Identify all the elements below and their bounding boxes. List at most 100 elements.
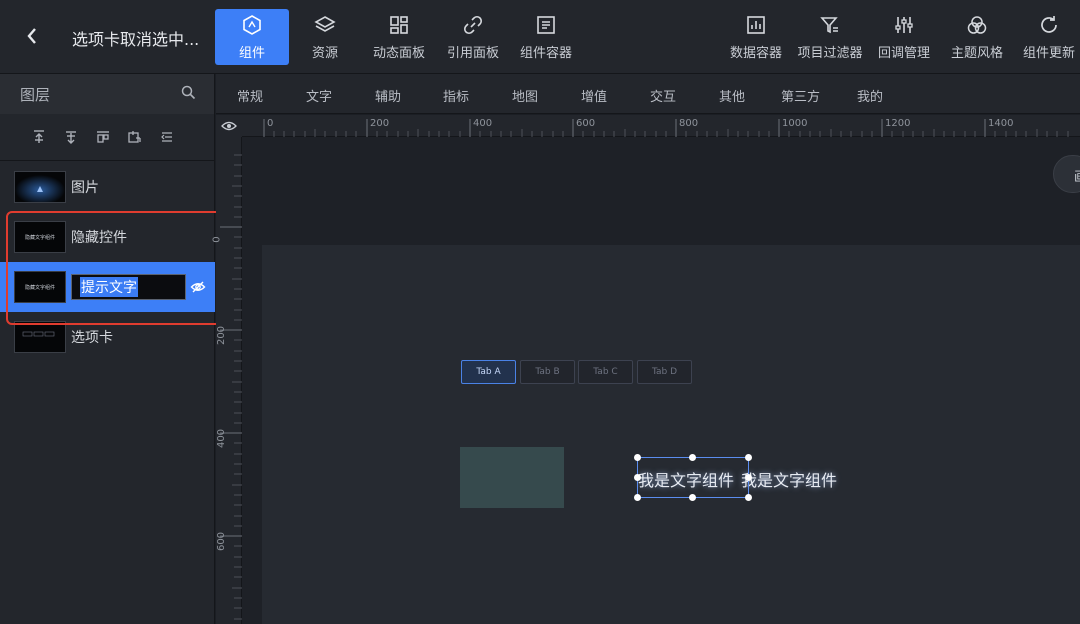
- tool-component[interactable]: 组件: [215, 9, 289, 65]
- back-button[interactable]: [18, 22, 46, 50]
- category-tab[interactable]: 地图: [512, 86, 538, 105]
- artboard[interactable]: [262, 245, 1080, 624]
- tool-theme[interactable]: 主题风格: [946, 9, 1008, 65]
- tool-label: 动态面板: [372, 46, 425, 61]
- filter-icon: [818, 13, 842, 37]
- eye-icon: [221, 121, 237, 131]
- layer-name: 隐藏控件: [71, 230, 127, 246]
- tool-callback[interactable]: 回调管理: [874, 9, 934, 65]
- ruler-label: 600: [576, 118, 596, 129]
- group-icon[interactable]: [94, 128, 112, 146]
- layer-thumbnail: 隐藏文字组件: [14, 271, 66, 303]
- layer-rename-value: 提示文字: [80, 277, 138, 297]
- tool-label: 回调管理: [877, 46, 930, 61]
- tool-label: 数据容器: [729, 46, 782, 61]
- layer-thumbnail: [14, 171, 66, 203]
- layer-thumbnail: [14, 321, 66, 353]
- floating-button-label: 画: [1074, 166, 1080, 185]
- resize-handle[interactable]: [634, 494, 641, 501]
- category-tab[interactable]: 辅助: [375, 86, 401, 105]
- tool-project-filter[interactable]: 项目过滤器: [794, 9, 866, 65]
- tool-data-container[interactable]: 数据容器: [726, 9, 786, 65]
- layer-item-image[interactable]: 图片: [0, 162, 215, 212]
- ruler-label: 200: [216, 325, 228, 346]
- container-icon: [534, 13, 558, 37]
- tool-label: 组件容器: [519, 46, 572, 61]
- thumb-text: 隐藏文字组件: [24, 284, 55, 291]
- resize-handle[interactable]: [689, 494, 696, 501]
- link-icon: [461, 13, 485, 37]
- layers-panel-title: 图层: [20, 85, 51, 104]
- tool-label: 引用面板: [446, 46, 499, 61]
- top-toolbar: 选项卡取消选中... 组件 资源 动态面板 引用面板 组件容器 数据容器 项目过…: [0, 0, 1080, 74]
- ungroup-icon[interactable]: [126, 128, 144, 146]
- tool-label: 资源: [311, 46, 338, 61]
- sliders-icon: [892, 13, 916, 37]
- resize-handle[interactable]: [689, 454, 696, 461]
- layer-item-tabs[interactable]: 选项卡: [0, 312, 215, 362]
- category-tab[interactable]: 第三方: [781, 86, 820, 105]
- tool-label: 主题风格: [950, 46, 1003, 61]
- resize-handle[interactable]: [745, 454, 752, 461]
- layer-name: 选项卡: [71, 330, 113, 346]
- category-tab[interactable]: 文字: [306, 86, 332, 105]
- category-tab[interactable]: 指标: [443, 86, 469, 105]
- category-tab[interactable]: 其他: [719, 86, 745, 105]
- layer-item-hidden-control[interactable]: 隐藏文字组件 隐藏控件: [0, 212, 215, 262]
- resize-handle[interactable]: [745, 474, 752, 481]
- layers-icon: [313, 13, 337, 37]
- search-icon[interactable]: [181, 85, 196, 104]
- chart-icon: [744, 13, 768, 37]
- ruler-label: 0: [211, 236, 223, 243]
- selection-box[interactable]: [637, 457, 749, 498]
- tool-container[interactable]: 组件容器: [513, 9, 579, 65]
- canvas-tab-c[interactable]: Tab C: [578, 360, 633, 384]
- panel-icon: [387, 13, 411, 37]
- ruler-toggle[interactable]: [216, 115, 242, 137]
- ruler-label: 600: [216, 531, 228, 552]
- resize-handle[interactable]: [634, 454, 641, 461]
- text-component[interactable]: 我是文字组件: [741, 467, 837, 491]
- collapse-icon[interactable]: [158, 128, 176, 146]
- tool-dynamic-panel[interactable]: 动态面板: [366, 9, 432, 65]
- layer-name: 图片: [71, 180, 99, 196]
- category-tab[interactable]: 增值: [581, 86, 607, 105]
- theme-icon: [965, 13, 989, 37]
- eye-hidden-icon[interactable]: [190, 279, 206, 295]
- layers-panel-header: 图层: [0, 74, 214, 114]
- ruler-label: 200: [370, 118, 390, 129]
- ruler-label: 1400: [988, 118, 1014, 129]
- ruler-label: 1200: [885, 118, 911, 129]
- layer-thumbnail: 隐藏文字组件: [14, 221, 66, 253]
- ruler-label: 400: [473, 118, 493, 129]
- canvas-image-component[interactable]: [460, 447, 564, 508]
- category-tab[interactable]: 交互: [650, 86, 676, 105]
- bring-to-top-icon[interactable]: [30, 128, 48, 146]
- tool-ref-panel[interactable]: 引用面板: [440, 9, 506, 65]
- resize-handle[interactable]: [745, 494, 752, 501]
- chevron-left-icon: [27, 28, 36, 44]
- canvas-tab-d[interactable]: Tab D: [637, 360, 692, 384]
- component-category-bar: 常规 文字 辅助 指标 地图 增值 交互 其他 第三方 我的: [216, 74, 1080, 114]
- canvas-tab-a[interactable]: Tab A: [461, 360, 516, 384]
- layer-item-prompt-text[interactable]: 隐藏文字组件 提示文字: [0, 262, 215, 312]
- resize-handle[interactable]: [634, 474, 641, 481]
- page-title: 选项卡取消选中...: [72, 30, 200, 49]
- tool-label: 组件更新: [1022, 46, 1075, 61]
- ruler-label: 800: [679, 118, 699, 129]
- ruler-label: 400: [216, 428, 228, 449]
- category-tab[interactable]: 常规: [237, 86, 263, 105]
- tool-update[interactable]: 组件更新: [1018, 9, 1080, 65]
- tool-label: 组件: [238, 46, 265, 61]
- component-icon: [240, 13, 264, 37]
- horizontal-ruler: 0 200 400 600 800 1000 1200 1400: [242, 115, 1080, 137]
- tool-resources[interactable]: 资源: [298, 9, 352, 65]
- refresh-icon: [1037, 13, 1061, 37]
- tool-label: 项目过滤器: [797, 46, 863, 61]
- category-tab[interactable]: 我的: [857, 86, 883, 105]
- thumb-text: 隐藏文字组件: [24, 234, 55, 241]
- layers-panel: 图层 图片 隐藏文字组件 隐藏控件 隐藏文字组件 提示文字 选项卡: [0, 74, 215, 624]
- bring-to-bottom-icon[interactable]: [62, 128, 80, 146]
- layer-rename-input[interactable]: 提示文字: [71, 274, 186, 300]
- canvas-tab-b[interactable]: Tab B: [520, 360, 575, 384]
